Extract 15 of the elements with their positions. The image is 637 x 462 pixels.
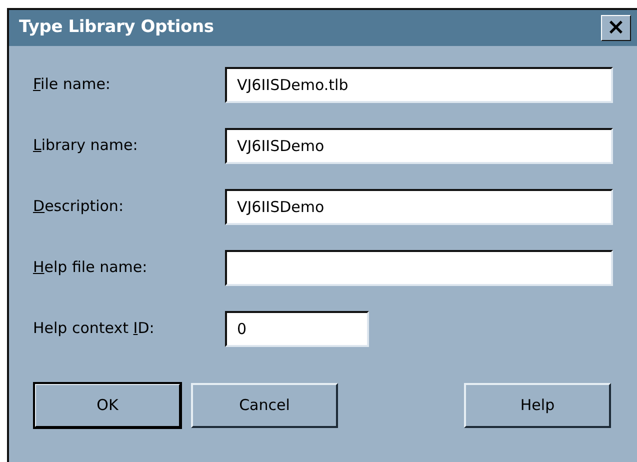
field-label: Help context ID: bbox=[32, 318, 156, 340]
text-field[interactable]: VJ6IISDemo.tlb bbox=[225, 66, 613, 102]
window-title: Type Library Options bbox=[19, 16, 214, 40]
text-field[interactable]: 0 bbox=[225, 310, 369, 346]
dialog-button[interactable]: Cancel bbox=[191, 383, 338, 428]
text-field[interactable]: VJ6IISDemo bbox=[225, 188, 613, 224]
dialog-button[interactable]: Help bbox=[464, 383, 611, 428]
close-button[interactable]: × bbox=[601, 15, 631, 41]
text-field[interactable]: VJ6IISDemo bbox=[225, 128, 613, 164]
field-label: Help file name: bbox=[32, 257, 148, 278]
field-label: File name: bbox=[32, 74, 112, 96]
field-label: Description: bbox=[32, 196, 124, 218]
field-label: Library name: bbox=[32, 135, 139, 156]
dialog-button[interactable]: OK bbox=[34, 383, 181, 428]
text-field[interactable] bbox=[225, 250, 613, 286]
